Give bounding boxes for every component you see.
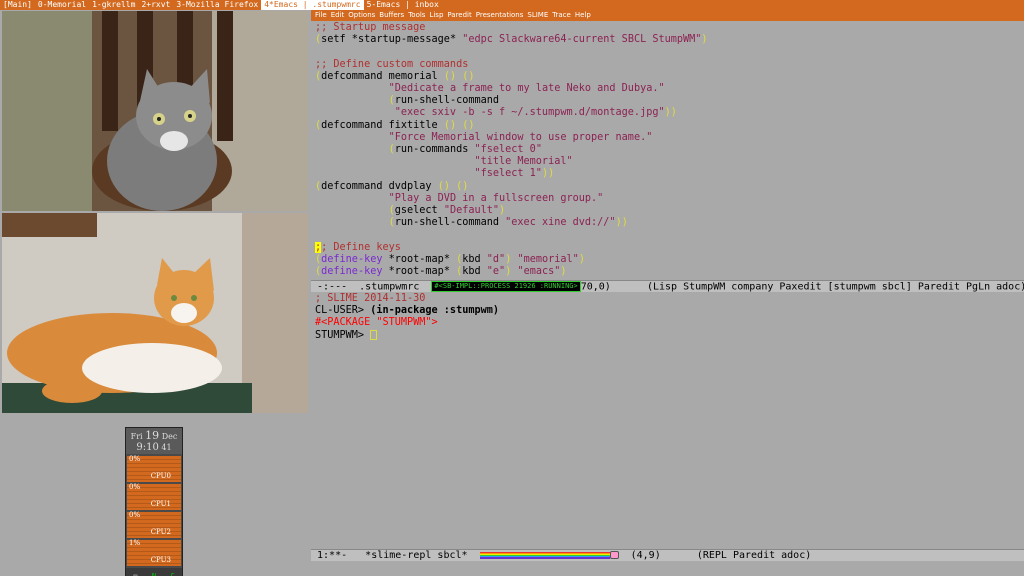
cpu2-label: CPU2 (150, 528, 171, 536)
clock-seconds: 41 (161, 443, 172, 452)
cpu2-percent: 0% (129, 511, 141, 519)
cpu3-percent: 1% (129, 539, 141, 547)
gkrellm-monitor: Fri 19 Dec 9:10 41 0% CPU0 0% CPU1 0% CP… (125, 427, 183, 576)
minibuffer[interactable] (311, 562, 1024, 576)
stumpwmrc-buffer[interactable]: ;; Startup message (setf *startup-messag… (311, 21, 1024, 280)
cpu1-meter: 0% CPU1 (127, 483, 181, 510)
window-tab-0[interactable]: [Main] (0, 0, 35, 10)
clock-day: Fri (130, 432, 143, 441)
memorial-frame: Fri 19 Dec 9:10 41 0% CPU0 0% CPU1 0% CP… (0, 10, 310, 576)
window-tab-4[interactable]: 3-Mozilla Firefox (173, 0, 261, 10)
menu-item-options[interactable]: Options (348, 11, 375, 19)
mail-icon[interactable]: ✉ (133, 572, 137, 576)
cpu1-percent: 0% (129, 483, 141, 491)
emacs-frame: File Edit Options Buffers Tools Lisp Paredit Pr… (311, 10, 1024, 576)
menu-item-buffers[interactable]: Buffers (379, 11, 404, 19)
gray-tabby-cat-image (2, 11, 308, 211)
cpu0-meter: 0% CPU0 (127, 455, 181, 482)
emacs-menu-bar: File Edit Options Buffers Tools Lisp Paredit Pr… (311, 10, 1024, 21)
stumpwm-window-bar: [Main] 0-Memorial 1-gkrellm 2+rxvt 3-Mozilla… (0, 0, 1024, 10)
cpu2-meter: 0% CPU2 (127, 511, 181, 538)
cpu0-percent: 0% (129, 455, 141, 463)
menu-item-lisp[interactable]: Lisp (429, 11, 443, 19)
slime-repl-buffer[interactable]: ; SLIME 2014-11-30 CL-USER> (in-package … (311, 293, 1024, 555)
cpu3-label: CPU3 (150, 556, 171, 564)
repl-mode-line-status: 1:**- *slime-repl sbcl* (311, 550, 480, 561)
mode-line-modes: 70,0) (Lisp StumpWM company Paxedit [stu… (580, 281, 1024, 293)
menu-item-slime[interactable]: SLIME (527, 11, 548, 19)
menu-item-paredit[interactable]: Paredit (447, 11, 471, 19)
window-tab-1[interactable]: 0-Memorial (35, 0, 89, 10)
nyan-cat-icon (609, 551, 619, 559)
clock-date: 19 (145, 429, 160, 442)
cpu0-label: CPU0 (150, 472, 171, 480)
menu-item-trace[interactable]: Trace (552, 11, 571, 19)
menu-item-presentations[interactable]: Presentations (476, 11, 524, 19)
repl-input-form: (in-package :stumpwm) (370, 305, 500, 317)
window-tab-6[interactable]: 5-Emacs | inbox (364, 0, 442, 10)
menu-item-file[interactable]: File (315, 11, 327, 19)
clock-month: Dec (161, 432, 178, 441)
repl-banner: ; SLIME 2014-11-30 (315, 293, 426, 304)
window-tab-2[interactable]: 1-gkrellm (89, 0, 138, 10)
orange-white-cat-image (2, 213, 308, 413)
text-cursor[interactable] (370, 329, 378, 340)
gkrellm-footer-left[interactable]: N (152, 572, 156, 576)
orange-white-cat-photo (2, 213, 308, 413)
window-tab-5[interactable]: 4*Emacs | .stumpwmrc (261, 0, 364, 10)
menu-item-help[interactable]: Help (575, 11, 591, 19)
clock-time: 9:10 (136, 442, 159, 453)
menu-item-tools[interactable]: Tools (408, 11, 425, 19)
repl-result: #<PACKAGE "STUMPWM"> (315, 317, 438, 329)
mode-line-status: -:--- .stumpwmrc (311, 281, 432, 293)
menu-item-edit[interactable]: Edit (331, 11, 345, 19)
repl-mode-line-modes: (4,9) (REPL Paredit adoc) (618, 550, 812, 561)
gray-tabby-cat-photo (2, 11, 308, 211)
cpu3-meter: 1% CPU3 (127, 539, 181, 566)
slime-process-indicator[interactable]: #<SB-IMPL::PROCESS 21926 :RUNNING> (431, 281, 581, 292)
gkrellm-clock: Fri 19 Dec 9:10 41 (126, 428, 182, 454)
gkrellm-footer-right[interactable]: C (171, 572, 175, 576)
nyan-rainbow-icon (479, 551, 610, 559)
repl-prompt-cl-user: CL-USER> (315, 305, 371, 317)
window-tab-3[interactable]: 2+rxvt (138, 0, 173, 10)
gkrellm-footer: ✉ N C (126, 568, 182, 576)
source-mode-line: -:--- .stumpwmrc #<SB-IMPL::PROCESS 2192… (311, 280, 1024, 293)
repl-prompt-stumpwm: STUMPWM> (315, 329, 371, 341)
repl-mode-line: 1:**- *slime-repl sbcl* (4,9) (REPL Pare… (311, 549, 1024, 561)
cpu1-label: CPU1 (150, 500, 171, 508)
